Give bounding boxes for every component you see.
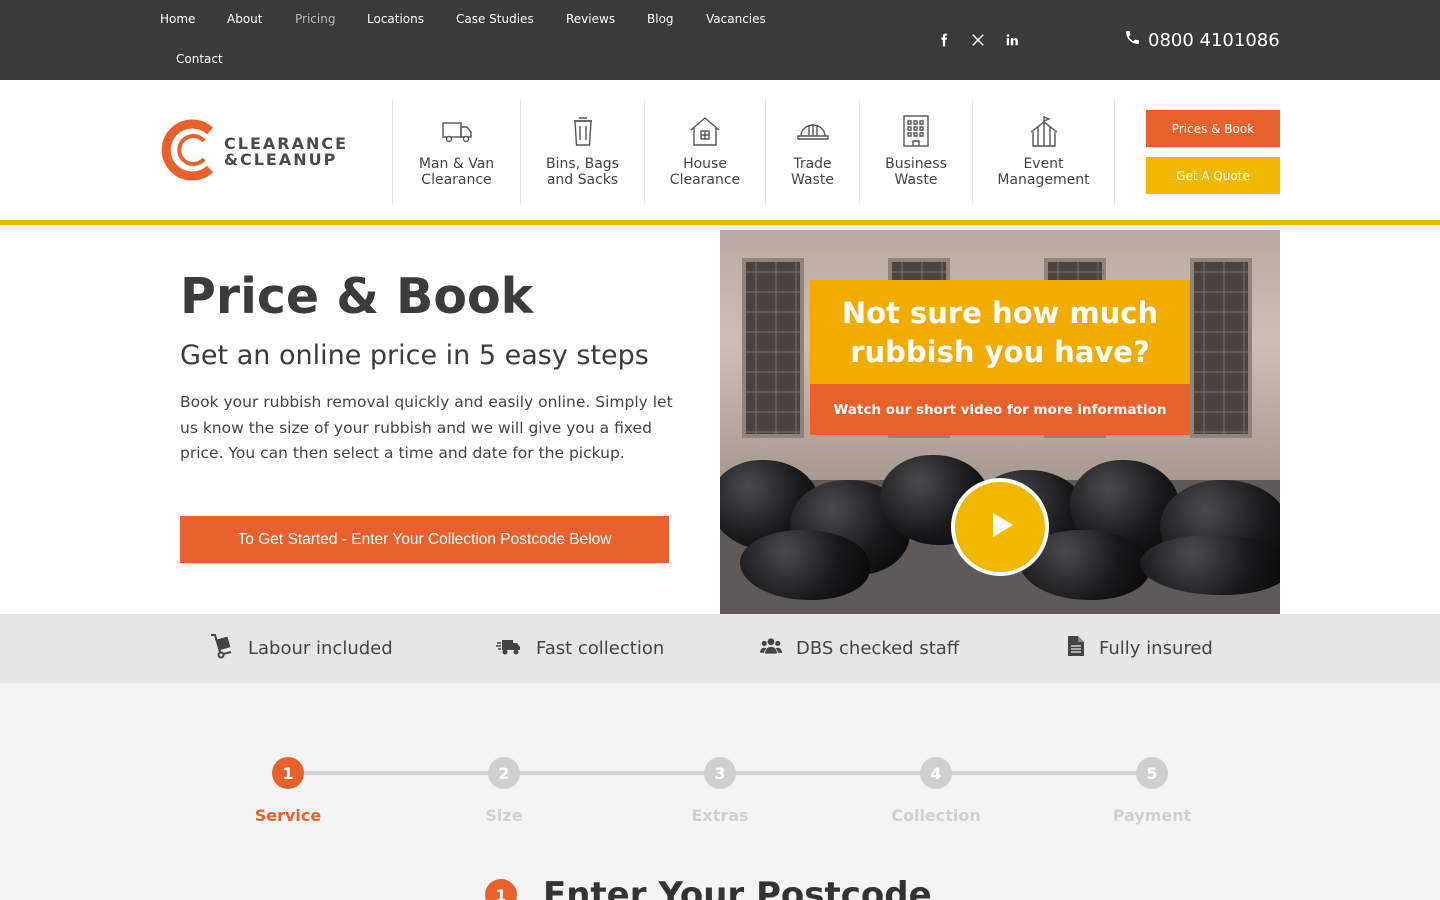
logo-line-2: &CLEANUP [224, 150, 338, 169]
nav-blog[interactable]: Blog [647, 12, 674, 26]
x-twitter-icon[interactable] [968, 30, 988, 50]
top-bar: Home About Pricing Locations Case Studie… [0, 0, 1440, 80]
step-1-label[interactable]: Service [208, 806, 368, 825]
step-5-label[interactable]: Payment [1072, 806, 1232, 825]
service-label-1: Man & Van [418, 156, 495, 172]
play-icon [983, 508, 1017, 546]
step-3-label[interactable]: Extras [640, 806, 800, 825]
phone-icon [1124, 29, 1141, 51]
service-label-1: Business [885, 156, 947, 172]
play-button[interactable] [951, 478, 1049, 576]
top-nav: Home About Pricing Locations Case Studie… [160, 0, 820, 80]
service-label-1: Trade [793, 156, 832, 172]
feature-item: Labour included [208, 614, 393, 683]
hero-section: Price & Book Get an online price in 5 ea… [0, 230, 1440, 614]
house-icon [688, 114, 722, 148]
step-5-indicator[interactable]: 5 [1136, 757, 1168, 789]
office-building-icon [899, 114, 933, 148]
service-label-2: Waste [791, 172, 834, 188]
hard-hat-icon [796, 114, 830, 148]
service-label-2: and Sacks [546, 172, 619, 188]
section-title: Enter Your Postcode [543, 875, 932, 900]
feature-item: DBS checked staff [760, 614, 959, 683]
feature-label: Labour included [248, 638, 393, 659]
bin-icon [566, 114, 600, 148]
nav-case-studies[interactable]: Case Studies [456, 12, 534, 26]
promo-subline: Watch our short video for more informati… [810, 384, 1190, 435]
service-business-waste[interactable]: Business Waste [859, 100, 972, 204]
nav-pricing[interactable]: Pricing [295, 12, 335, 26]
facebook-icon[interactable] [934, 30, 954, 50]
section-number-badge: 1 [485, 879, 517, 900]
get-quote-button[interactable]: Get A Quote [1146, 157, 1280, 194]
nav-locations[interactable]: Locations [367, 12, 424, 26]
nav-reviews[interactable]: Reviews [566, 12, 615, 26]
promo-headline-2: rubbish you have? [850, 335, 1150, 369]
phone-number: 0800 4101086 [1148, 29, 1280, 51]
feature-item: Fully insured [1067, 614, 1213, 683]
page-title: Price & Book [180, 268, 534, 325]
hero-description: Book your rubbish removal quickly and ea… [180, 393, 673, 462]
service-house-clearance[interactable]: House Clearance [644, 100, 765, 204]
service-bins-bags[interactable]: Bins, Bags and Sacks [520, 100, 644, 204]
van-icon [440, 114, 474, 148]
video-player[interactable]: Not sure how much rubbish you have? Watc… [720, 230, 1280, 614]
step-1-indicator[interactable]: 1 [272, 757, 304, 789]
service-event-management[interactable]: Event Management [972, 100, 1115, 204]
nav-contact[interactable]: Contact [176, 52, 223, 66]
main-header: CLEARANCE &CLEANUP Man & Van Clearance Bi… [0, 80, 1440, 225]
service-label-1: Bins, Bags [546, 156, 619, 172]
service-man-van[interactable]: Man & Van Clearance [392, 100, 520, 204]
document-icon [1067, 635, 1085, 662]
feature-label: Fully insured [1099, 638, 1213, 659]
linkedin-icon[interactable] [1002, 30, 1022, 50]
feature-item: Fast collection [496, 614, 664, 683]
service-label-2: Clearance [421, 172, 492, 188]
service-label-2: Clearance [669, 172, 741, 188]
site-logo[interactable]: CLEARANCE &CLEANUP [160, 119, 370, 185]
step-3-indicator[interactable]: 3 [704, 757, 736, 789]
get-started-button[interactable]: To Get Started - Enter Your Collection P… [180, 516, 669, 563]
step-4-indicator[interactable]: 4 [920, 757, 952, 789]
feature-label: DBS checked staff [796, 638, 960, 659]
nav-home[interactable]: Home [160, 12, 195, 26]
service-label-1: Event [1023, 156, 1064, 172]
service-label-2: Waste [894, 172, 938, 188]
logo-mark-icon [160, 119, 218, 185]
service-label-1: House [683, 156, 727, 172]
video-promo-banner: Not sure how much rubbish you have? Watc… [810, 280, 1190, 435]
prices-book-button[interactable]: Prices & Book [1146, 110, 1280, 147]
nav-about[interactable]: About [227, 12, 262, 26]
tent-icon [1027, 114, 1061, 148]
service-trade-waste[interactable]: Trade Waste [765, 100, 859, 204]
phone-link[interactable]: 0800 4101086 [1124, 28, 1280, 52]
step-2-label[interactable]: Size [424, 806, 584, 825]
booking-steps: 1 2 3 4 5 Service Size Extras Collection… [0, 683, 1440, 900]
nav-vacancies[interactable]: Vacancies [706, 12, 766, 26]
fast-truck-icon [496, 633, 522, 664]
features-strip: Labour included Fast collection DBS chec… [0, 614, 1440, 683]
service-label-2: Management [997, 172, 1090, 188]
page-subtitle: Get an online price in 5 easy steps [180, 340, 649, 371]
users-icon [760, 635, 782, 662]
feature-label: Fast collection [536, 638, 665, 659]
hand-truck-icon [208, 633, 234, 664]
step-2-indicator[interactable]: 2 [488, 757, 520, 789]
postcode-heading: 1 Enter Your Postcode [485, 875, 932, 900]
promo-headline-1: Not sure how much [841, 296, 1159, 330]
step-4-label[interactable]: Collection [856, 806, 1016, 825]
